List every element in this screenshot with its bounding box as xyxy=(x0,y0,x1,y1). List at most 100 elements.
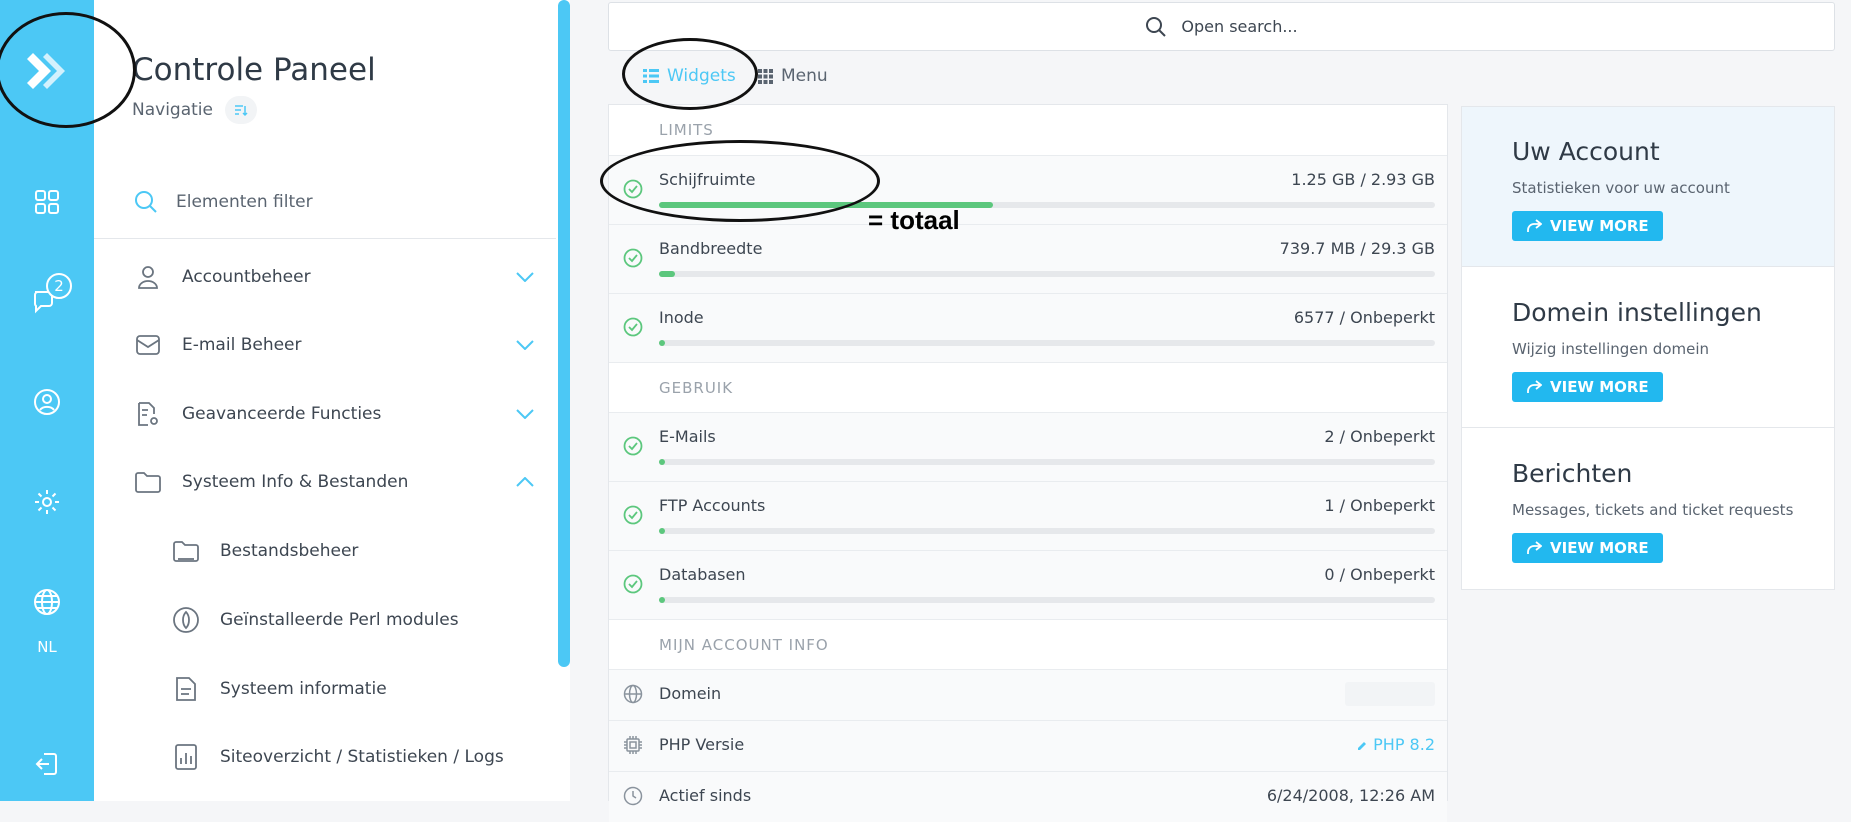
filter-divider xyxy=(94,238,556,239)
check-circle-icon xyxy=(623,436,643,460)
menu-item-systeem-info[interactable]: Systeem Info & Bestanden xyxy=(134,462,534,502)
element-filter[interactable]: Elementen filter xyxy=(134,190,313,214)
sub-item-perl-modules[interactable]: Geïnstalleerde Perl modules xyxy=(172,600,459,640)
limits-panel: LIMITS Schijfruimte 1.25 GB / 2.93 GB Ba… xyxy=(608,104,1448,822)
check-circle-icon xyxy=(623,248,643,272)
sub-item-siteoverzicht[interactable]: Siteoverzicht / Statistieken / Logs xyxy=(172,737,504,777)
view-more-button[interactable]: VIEW MORE xyxy=(1512,533,1663,563)
sub-item-label: Bestandsbeheer xyxy=(220,541,359,561)
check-circle-icon xyxy=(623,574,643,598)
language-label[interactable]: NL xyxy=(0,638,94,656)
sub-item-bestandsbeheer[interactable]: Bestandsbeheer xyxy=(172,531,358,571)
menu-item-email-beheer[interactable]: E-mail Beheer xyxy=(134,325,534,365)
domain-value xyxy=(1345,682,1435,706)
document-icon xyxy=(172,676,200,702)
usage-value: 0 / Onbeperkt xyxy=(1324,565,1435,584)
account-icon[interactable] xyxy=(0,386,94,418)
limit-row: Inode 6577 / Onbeperkt xyxy=(609,293,1447,362)
tab-widgets-label: Widgets xyxy=(667,66,736,86)
progress-track xyxy=(659,271,1435,277)
folder-icon xyxy=(172,540,200,562)
card-berichten: Berichten Messages, tickets and ticket r… xyxy=(1462,429,1834,589)
view-more-label: VIEW MORE xyxy=(1550,539,1649,557)
dashboard-icon[interactable] xyxy=(0,186,94,218)
share-icon xyxy=(1527,541,1542,554)
usage-value: 2 / Onbeperkt xyxy=(1324,427,1435,446)
messages-badge: 2 xyxy=(46,273,72,299)
advanced-settings-icon xyxy=(134,401,162,427)
globe-icon[interactable] xyxy=(0,586,94,618)
tab-widgets[interactable]: Widgets xyxy=(643,66,736,86)
card-title: Uw Account xyxy=(1512,137,1660,166)
usage-label: FTP Accounts xyxy=(659,496,766,515)
section-header-account-info: MIJN ACCOUNT INFO xyxy=(609,619,1447,669)
info-label: Domein xyxy=(659,684,722,703)
logout-icon[interactable] xyxy=(0,748,94,780)
info-row-domein: Domein xyxy=(609,669,1447,720)
page-title: Controle Paneel xyxy=(132,52,376,88)
limit-row: Schijfruimte 1.25 GB / 2.93 GB xyxy=(609,155,1447,224)
tab-menu[interactable]: Menu xyxy=(758,66,828,86)
pencil-icon xyxy=(1358,741,1367,750)
folder-icon xyxy=(134,471,162,493)
section-header-limits: LIMITS xyxy=(659,121,714,139)
clock-icon xyxy=(623,786,643,810)
chevron-up-icon xyxy=(516,472,534,492)
progress-track xyxy=(659,528,1435,534)
menu-item-accountbeheer[interactable]: Accountbeheer xyxy=(134,257,534,297)
perl-icon xyxy=(172,606,200,634)
check-circle-icon xyxy=(623,179,643,203)
usage-value: 1 / Onbeperkt xyxy=(1324,496,1435,515)
sort-icon[interactable] xyxy=(224,96,257,124)
sub-item-label: Siteoverzicht / Statistieken / Logs xyxy=(220,747,504,767)
mail-icon xyxy=(134,334,162,356)
usage-row: FTP Accounts 1 / Onbeperkt xyxy=(609,481,1447,550)
annotation-text: = totaal xyxy=(868,205,960,235)
card-domein-instellingen: Domein instellingen Wijzig instellingen … xyxy=(1462,268,1834,428)
progress-track xyxy=(659,340,1435,346)
sub-item-systeem-informatie[interactable]: Systeem informatie xyxy=(172,669,387,709)
gear-icon[interactable] xyxy=(0,486,94,518)
view-more-label: VIEW MORE xyxy=(1550,217,1649,235)
limit-value: 739.7 MB / 29.3 GB xyxy=(1279,239,1435,258)
info-label: PHP Versie xyxy=(659,735,745,754)
nav-subtitle-row: Navigatie xyxy=(132,96,257,124)
widget-cards: Uw Account Statistieken voor uw account … xyxy=(1461,106,1835,590)
limit-value: 6577 / Onbeperkt xyxy=(1293,308,1435,327)
limit-row: Bandbreedte 739.7 MB / 29.3 GB xyxy=(609,224,1447,293)
share-icon xyxy=(1527,380,1542,393)
chip-icon xyxy=(623,735,643,759)
progress-fill xyxy=(659,459,666,465)
card-title: Domein instellingen xyxy=(1512,298,1762,327)
view-more-button[interactable]: VIEW MORE xyxy=(1512,211,1663,241)
info-row-actief-sinds: Actief sinds 6/24/2008, 12:26 AM xyxy=(609,771,1447,822)
usage-row: Databasen 0 / Onbeperkt xyxy=(609,550,1447,619)
card-title: Berichten xyxy=(1512,459,1633,488)
card-subtitle: Statistieken voor uw account xyxy=(1512,179,1730,197)
chart-icon xyxy=(172,744,200,770)
chevron-down-icon xyxy=(516,267,534,287)
menu-item-label: E-mail Beheer xyxy=(182,335,302,355)
progress-fill xyxy=(659,528,666,534)
menu-item-geavanceerde-functies[interactable]: Geavanceerde Functies xyxy=(134,394,534,434)
filter-placeholder: Elementen filter xyxy=(176,192,313,212)
menu-item-label: Geavanceerde Functies xyxy=(182,404,382,424)
limit-label: Schijfruimte xyxy=(659,170,756,189)
search-icon xyxy=(1146,16,1167,37)
view-more-button[interactable]: VIEW MORE xyxy=(1512,372,1663,402)
info-label: Actief sinds xyxy=(659,786,752,805)
limit-label: Inode xyxy=(659,308,704,327)
grid-icon xyxy=(758,68,773,84)
php-version-link[interactable]: PHP 8.2 xyxy=(1357,735,1435,754)
logo-icon[interactable] xyxy=(0,40,94,102)
section-header-gebruik: GEBRUIK xyxy=(609,362,1447,412)
progress-track xyxy=(659,202,1435,208)
progress-track xyxy=(659,459,1435,465)
check-circle-icon xyxy=(623,505,643,529)
chevron-down-icon xyxy=(516,404,534,424)
progress-fill xyxy=(659,340,666,346)
info-value: 6/24/2008, 12:26 AM xyxy=(1266,786,1435,805)
search-input[interactable]: Open search... xyxy=(608,2,1835,51)
limit-value: 1.25 GB / 2.93 GB xyxy=(1291,170,1435,189)
nav-scrollbar[interactable] xyxy=(558,0,570,667)
